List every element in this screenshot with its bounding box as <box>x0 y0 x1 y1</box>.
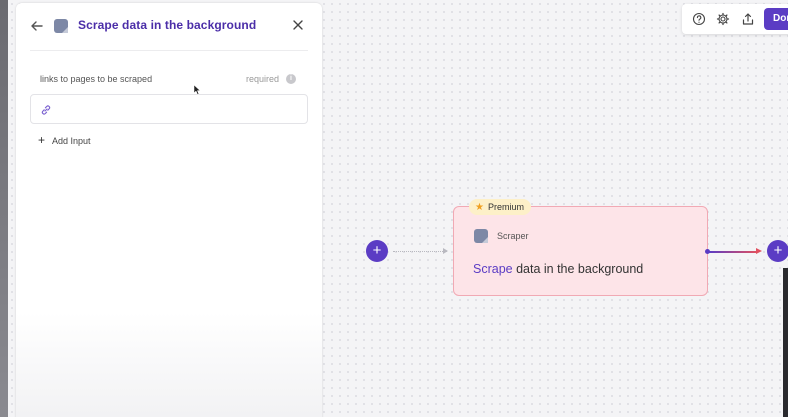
add-input-label: Add Input <box>52 136 91 146</box>
premium-badge: ★ Premium <box>469 199 531 215</box>
window-right-edge <box>783 268 788 417</box>
outgoing-connector-arrow <box>756 248 762 254</box>
mouse-cursor-icon <box>194 85 201 95</box>
node-title-rest: data in the background <box>512 262 644 276</box>
node-type-label: Scraper <box>497 231 529 241</box>
window-left-edge <box>0 0 8 417</box>
field-required-label: required <box>246 74 280 84</box>
add-node-before-button[interactable]: + <box>366 240 388 262</box>
info-icon[interactable]: i <box>286 74 296 84</box>
share-icon[interactable] <box>741 12 755 26</box>
arrow-left-icon <box>31 21 43 31</box>
outgoing-connector <box>709 251 757 253</box>
close-icon <box>293 20 303 30</box>
close-button[interactable] <box>290 16 306 34</box>
plus-icon: + <box>773 242 783 259</box>
plus-icon: + <box>38 133 46 147</box>
gear-icon[interactable] <box>716 12 730 26</box>
node-title: Scrape data in the background <box>473 262 643 276</box>
links-input[interactable] <box>59 99 299 119</box>
back-button[interactable] <box>30 17 46 35</box>
top-toolbar: Done <box>682 4 788 34</box>
scraper-node-icon <box>474 229 488 243</box>
panel-header: Scrape data in the background <box>30 3 308 51</box>
scraper-node-icon <box>54 19 68 33</box>
help-icon[interactable] <box>692 12 706 26</box>
incoming-connector <box>393 251 447 252</box>
field-label: links to pages to be scraped <box>40 74 153 84</box>
add-node-after-button[interactable]: + <box>767 240 788 262</box>
node-title-highlight: Scrape <box>473 262 513 276</box>
panel-title: Scrape data in the background <box>78 18 257 32</box>
link-icon <box>41 105 51 115</box>
star-icon: ★ <box>475 202 484 213</box>
node-settings-panel: Scrape data in the background links to p… <box>16 3 322 417</box>
incoming-connector-arrow <box>443 248 448 254</box>
add-input-button[interactable]: + Add Input <box>38 133 91 147</box>
premium-badge-label: Premium <box>487 202 524 212</box>
plus-icon: + <box>372 242 382 259</box>
scraper-node-card[interactable]: Scraper Scrape data in the background <box>453 206 708 296</box>
links-input-box[interactable] <box>30 94 308 124</box>
done-button[interactable]: Done <box>764 8 788 30</box>
